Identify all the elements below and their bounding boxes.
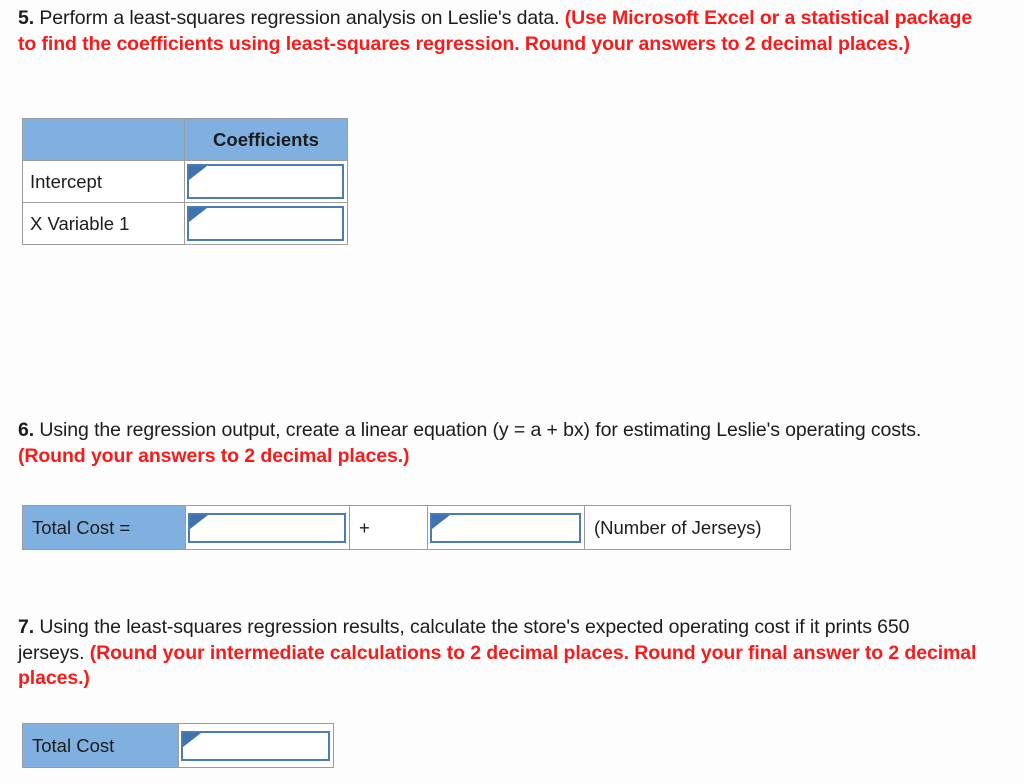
equation-units-label: (Number of Jerseys) [584,505,791,550]
total-cost-input[interactable] [183,732,328,759]
question-6-instruction: (Round your answers to 2 decimal places.… [18,444,410,467]
total-cost-row: Total Cost [22,723,334,768]
equation-intercept-cell [185,505,350,550]
equation-slope-input-box[interactable] [430,512,581,543]
total-cost-table: Total Cost [22,723,334,768]
row-label-intercept: Intercept [22,160,185,203]
header-coefficients-cell: Coefficients [184,118,348,161]
intercept-input-cell [184,160,348,203]
equation-row: Total Cost = + (Number of Jerseys) [22,505,791,550]
total-cost-input-cell [178,723,334,768]
header-blank-cell [22,118,185,161]
total-cost-input-box[interactable] [181,730,330,761]
equation-intercept-input[interactable] [190,514,344,541]
linear-equation-table: Total Cost = + (Number of Jerseys) [22,505,791,550]
question-6-text: 6. Using the regression output, create a… [18,418,978,469]
total-cost-label: Total Cost [22,723,179,768]
question-5-text: 5. Perform a least-squares regression an… [18,6,978,57]
equation-intercept-input-box[interactable] [188,512,346,543]
equation-total-cost-label: Total Cost = [22,505,186,550]
question-5-prompt: Perform a least-squares regression analy… [34,7,565,29]
intercept-input[interactable] [189,166,342,197]
x-variable-input-box[interactable] [187,206,344,241]
worksheet-page: 5. Perform a least-squares regression an… [0,0,1024,784]
question-6-prompt: Using the regression output, create a li… [34,419,922,441]
question-5-number: 5. [18,7,35,29]
x-variable-input-cell [184,202,348,245]
coefficients-table: Coefficients Intercept X Variable 1 [22,118,348,245]
table-header-row: Coefficients [22,118,348,161]
equation-plus-operator: + [349,505,428,550]
question-6-number: 6. [18,419,35,441]
equation-slope-input[interactable] [432,514,579,541]
table-row-intercept: Intercept [22,160,348,203]
question-7-instruction: (Round your intermediate calculations to… [18,641,977,690]
x-variable-input[interactable] [189,208,342,239]
row-label-x-variable: X Variable 1 [22,202,185,245]
intercept-input-box[interactable] [187,164,344,199]
table-row-x-variable: X Variable 1 [22,202,348,245]
question-7-number: 7. [18,616,35,638]
equation-slope-cell [427,505,585,550]
question-7-text: 7. Using the least-squares regression re… [18,615,978,692]
